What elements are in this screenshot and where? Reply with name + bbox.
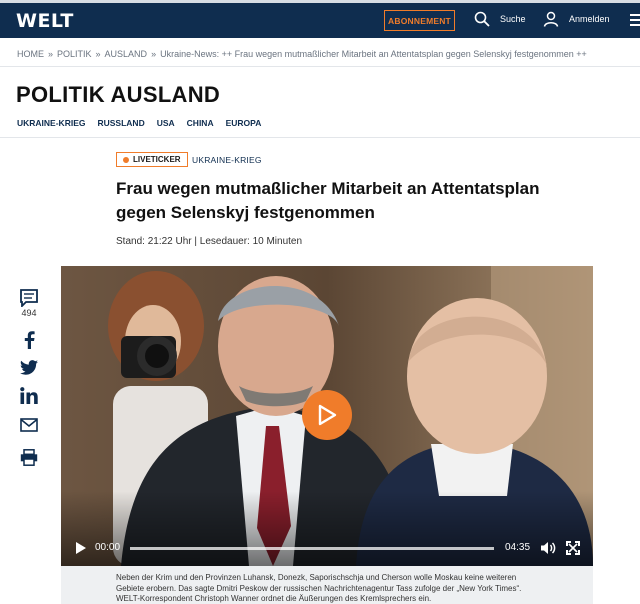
play-icon [318, 404, 337, 426]
breadcrumb-home[interactable]: HOME [17, 49, 44, 59]
breadcrumb-separator: » [151, 49, 157, 59]
liveticker-badge: LIVETICKER [116, 152, 188, 167]
fullscreen-button[interactable] [566, 541, 580, 560]
mail-icon [20, 418, 38, 432]
share-facebook-button[interactable] [18, 331, 40, 349]
article-meta: Stand: 21:22 Uhr | Lesedauer: 10 Minuten [116, 236, 303, 247]
comment-count: 494 [21, 308, 37, 318]
current-time: 00:00 [95, 542, 121, 553]
article-headline: Frau wegen mutmaßlicher Mitarbeit an Att… [116, 179, 540, 222]
video-caption: Neben der Krim und den Provinzen Luhansk… [61, 566, 593, 604]
volume-button[interactable] [540, 541, 556, 560]
video-player[interactable]: 00:00 04:35 [61, 266, 593, 566]
comment-icon [20, 289, 38, 307]
fullscreen-icon [566, 541, 580, 555]
user-icon [543, 11, 559, 27]
breadcrumb-separator: » [48, 49, 54, 59]
menu-button[interactable] [630, 13, 640, 32]
subnav-item-china[interactable]: CHINA [187, 118, 214, 128]
login-label: Anmelden [569, 14, 610, 24]
twitter-icon [20, 360, 38, 375]
breadcrumb: HOME» POLITIK» AUSLAND» Ukraine-News: ++ Fr… [17, 49, 617, 59]
video-play-button[interactable] [302, 390, 352, 440]
subnav-item-europa[interactable]: EUROPA [226, 118, 262, 128]
subnav-item-ukraine-krieg[interactable]: UKRAINE-KRIEG [17, 118, 85, 128]
volume-icon [541, 542, 556, 554]
video-duration: 04:35 [505, 542, 531, 553]
comment-button[interactable] [18, 289, 40, 307]
top-navigation-bar: WELT ABONNEMENT Suche Anmelden [0, 3, 640, 38]
share-twitter-button[interactable] [18, 360, 40, 375]
topic-tag[interactable]: UKRAINE-KRIEG [192, 155, 262, 165]
print-button[interactable] [18, 449, 40, 466]
subnav-item-russland[interactable]: RUSSLAND [97, 118, 144, 128]
share-linkedin-button[interactable] [18, 387, 40, 404]
breadcrumb-politik[interactable]: POLITIK [57, 49, 92, 59]
liveticker-label: LIVETICKER [133, 155, 181, 164]
section-divider [0, 137, 640, 138]
video-progress-bar[interactable] [130, 547, 494, 550]
search-label: Suche [500, 14, 526, 24]
share-mail-button[interactable] [18, 418, 40, 432]
print-icon [20, 449, 38, 466]
breadcrumb-ausland[interactable]: AUSLAND [105, 49, 148, 59]
section-title: POLITIK AUSLAND [16, 82, 221, 107]
video-controls: 00:00 04:35 [61, 530, 593, 566]
play-small-icon [76, 542, 86, 554]
control-play-button[interactable] [75, 541, 87, 560]
section-subnav: UKRAINE-KRIEG RUSSLAND USA CHINA EUROPA [17, 118, 273, 128]
linkedin-icon [20, 387, 38, 404]
live-dot-icon [123, 156, 129, 163]
search-button[interactable]: Suche [474, 11, 526, 27]
welt-logo[interactable]: WELT [16, 10, 74, 32]
breadcrumb-divider [0, 66, 640, 67]
subscribe-button[interactable]: ABONNEMENT [384, 10, 455, 31]
facebook-icon [24, 331, 35, 349]
subnav-item-usa[interactable]: USA [157, 118, 175, 128]
login-button[interactable]: Anmelden [543, 11, 610, 27]
search-icon [474, 11, 490, 27]
breadcrumb-separator: » [95, 49, 101, 59]
hamburger-menu-icon [630, 14, 640, 26]
breadcrumb-current-article: Ukraine-News: ++ Frau wegen mutmaßlicher… [160, 49, 587, 59]
